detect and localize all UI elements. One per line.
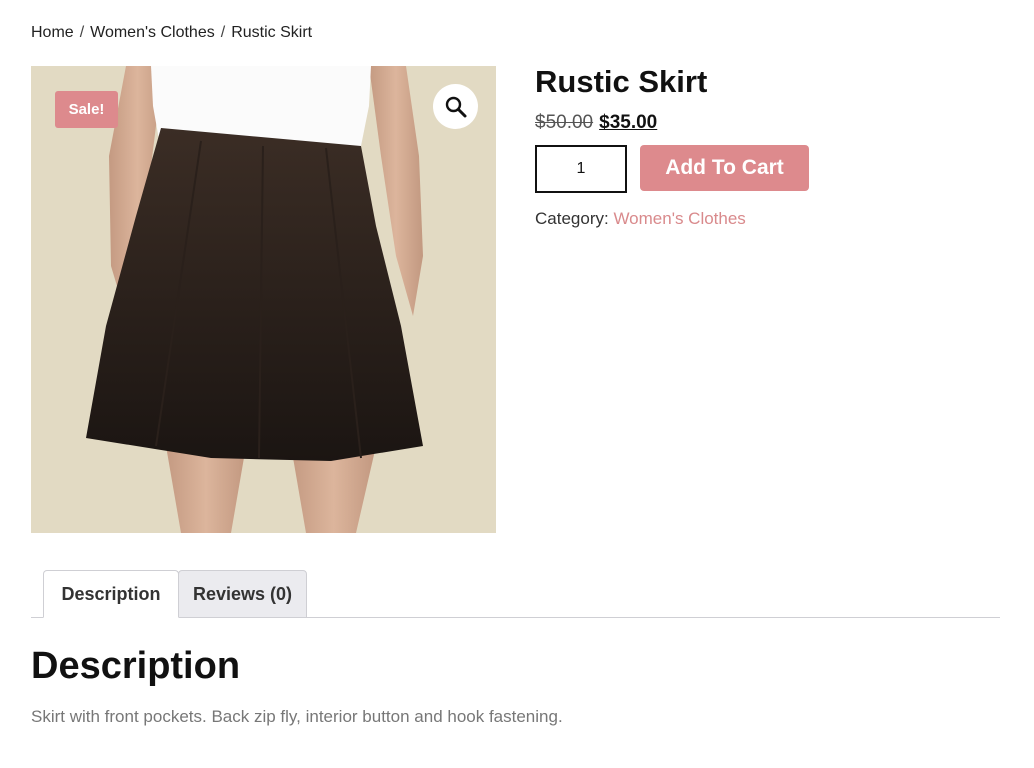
image-zoom-button[interactable] — [433, 84, 478, 129]
description-text: Skirt with front pockets. Back zip fly, … — [31, 707, 563, 726]
product-title: Rustic Skirt — [535, 64, 708, 99]
breadcrumb-category-link[interactable]: Women's Clothes — [90, 24, 215, 41]
add-to-cart-button[interactable]: Add To Cart — [640, 145, 809, 191]
product-price: $50.00 $35.00 — [535, 112, 657, 134]
tab-reviews[interactable]: Reviews (0) — [178, 570, 307, 618]
breadcrumb: Home / Women's Clothes / Rustic Skirt — [31, 24, 312, 42]
skirt-photo — [31, 66, 496, 533]
sale-badge: Sale! — [55, 91, 118, 128]
regular-price: $50.00 — [535, 112, 594, 133]
category-link[interactable]: Women's Clothes — [613, 209, 745, 228]
breadcrumb-current: Rustic Skirt — [231, 24, 313, 41]
quantity-input[interactable] — [535, 145, 627, 193]
breadcrumb-separator: / — [79, 24, 85, 41]
breadcrumb-separator: / — [220, 24, 226, 41]
sale-price: $35.00 — [599, 112, 658, 133]
magnifier-icon — [445, 96, 466, 117]
tab-description[interactable]: Description — [43, 570, 179, 618]
category-label: Category: — [535, 209, 609, 228]
description-heading: Description — [31, 645, 241, 687]
product-image[interactable] — [31, 66, 496, 533]
product-category: Category: Women's Clothes — [535, 209, 746, 229]
breadcrumb-home-link[interactable]: Home — [31, 24, 74, 41]
